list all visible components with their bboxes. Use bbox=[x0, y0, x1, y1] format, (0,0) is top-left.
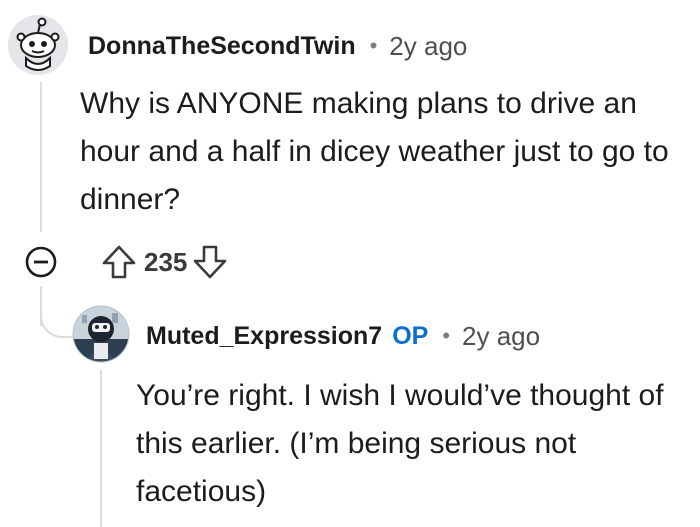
timestamp: 2y ago bbox=[389, 30, 468, 61]
username[interactable]: Muted_Expression7 bbox=[146, 322, 382, 351]
comment-meta: Muted_Expression7 OP • 2y ago bbox=[146, 316, 540, 356]
comment-action-bar: 235 bbox=[24, 238, 229, 286]
op-badge: OP bbox=[392, 321, 429, 350]
upvote-arrow-icon[interactable] bbox=[100, 243, 138, 281]
collapse-minus-icon[interactable] bbox=[24, 245, 58, 279]
thread-line-reply-child[interactable] bbox=[100, 370, 102, 527]
meta-separator: • bbox=[369, 33, 378, 58]
comment-meta: DonnaTheSecondTwin • 2y ago bbox=[88, 27, 467, 65]
user-avatar-icon bbox=[72, 305, 130, 363]
comment-body: You’re right. I wish I would’ve thought … bbox=[136, 379, 664, 508]
timestamp: 2y ago bbox=[462, 320, 541, 351]
meta-separator: • bbox=[442, 323, 451, 348]
reddit-snoo-avatar-icon bbox=[8, 15, 68, 75]
downvote-arrow-icon[interactable] bbox=[191, 243, 229, 281]
username[interactable]: DonnaTheSecondTwin bbox=[88, 32, 356, 61]
comment-body: Why is ANYONE making plans to drive an h… bbox=[80, 87, 669, 216]
avatar[interactable] bbox=[72, 305, 130, 363]
thread-line-reply-curve bbox=[40, 300, 74, 338]
thread-line-main[interactable] bbox=[40, 82, 42, 232]
vote-score: 235 bbox=[144, 246, 188, 277]
avatar[interactable] bbox=[6, 12, 70, 76]
